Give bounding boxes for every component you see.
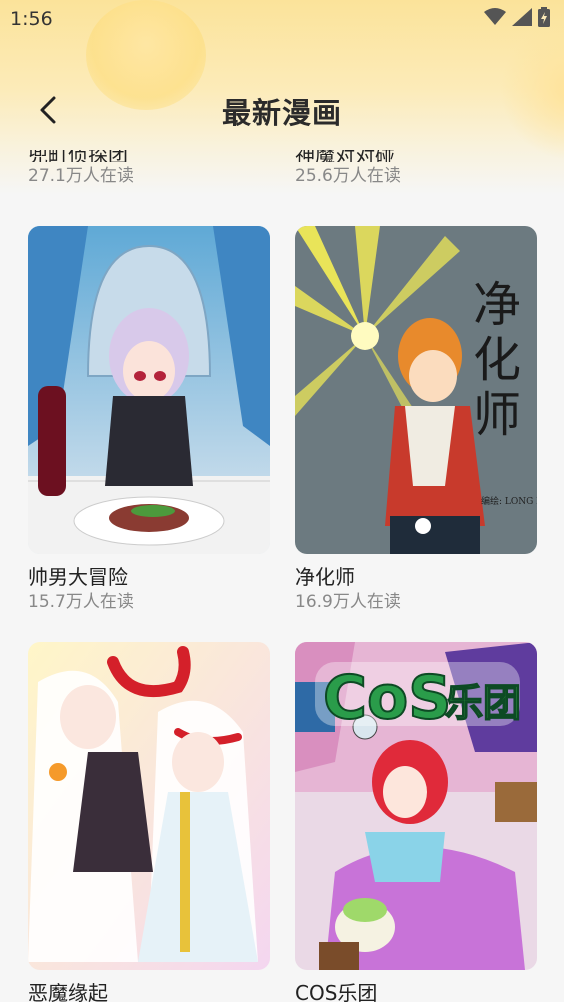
cover-logo-text: CoS: [323, 663, 451, 733]
comic-card[interactable]: 帅男大冒险 15.7万人在读: [28, 226, 270, 614]
battery-icon: [538, 7, 550, 31]
cover-title-part: 化: [473, 332, 521, 388]
comic-cover[interactable]: CoS 乐团: [295, 642, 537, 970]
comic-title: 神魔对对碰: [295, 150, 395, 162]
comic-readers: 27.1万人在读: [28, 166, 134, 186]
comic-card[interactable]: 神魔对对碰 25.6万人在读: [295, 150, 537, 188]
comic-card[interactable]: 净 化 师 编绘: LONG LONG 净化师 16.9万人在读: [295, 226, 537, 614]
status-icons: [484, 7, 550, 31]
signal-icon: [512, 8, 532, 30]
comic-readers: 25.6万人在读: [295, 166, 401, 186]
page-title: 最新漫画: [221, 96, 342, 130]
cover-title-part: 净: [473, 277, 521, 333]
cover-title-part: 师: [473, 387, 521, 443]
comic-title: COS乐团: [295, 981, 378, 1002]
status-bar: 1:56: [0, 0, 564, 38]
comic-readers: 15.7万人在读: [28, 592, 134, 612]
cover-credit: 编绘: LONG LONG: [481, 495, 537, 507]
comic-title: 帅男大冒险: [28, 565, 128, 589]
wifi-icon: [484, 8, 506, 30]
comic-card[interactable]: 恶魔缘起: [28, 642, 270, 1002]
comic-title: 兜町侦探团: [28, 150, 128, 162]
comic-cover[interactable]: 净 化 师 编绘: LONG LONG: [295, 226, 537, 554]
status-time: 1:56: [10, 8, 53, 30]
comic-title: 恶魔缘起: [28, 981, 108, 1002]
comic-card[interactable]: 兜町侦探团 27.1万人在读: [28, 150, 270, 188]
comic-card[interactable]: CoS 乐团 COS乐团: [295, 642, 537, 1002]
comic-grid[interactable]: 兜町侦探团 27.1万人在读 神魔对对碰 25.6万人在读 帅男大冒险 15.7…: [0, 150, 564, 1002]
comic-title: 净化师: [295, 565, 355, 589]
comic-cover[interactable]: [28, 642, 270, 970]
comic-cover[interactable]: [28, 226, 270, 554]
cover-logo-text: 乐团: [445, 681, 521, 725]
top-bar: 最新漫画: [0, 72, 564, 148]
comic-readers: 16.9万人在读: [295, 592, 401, 612]
